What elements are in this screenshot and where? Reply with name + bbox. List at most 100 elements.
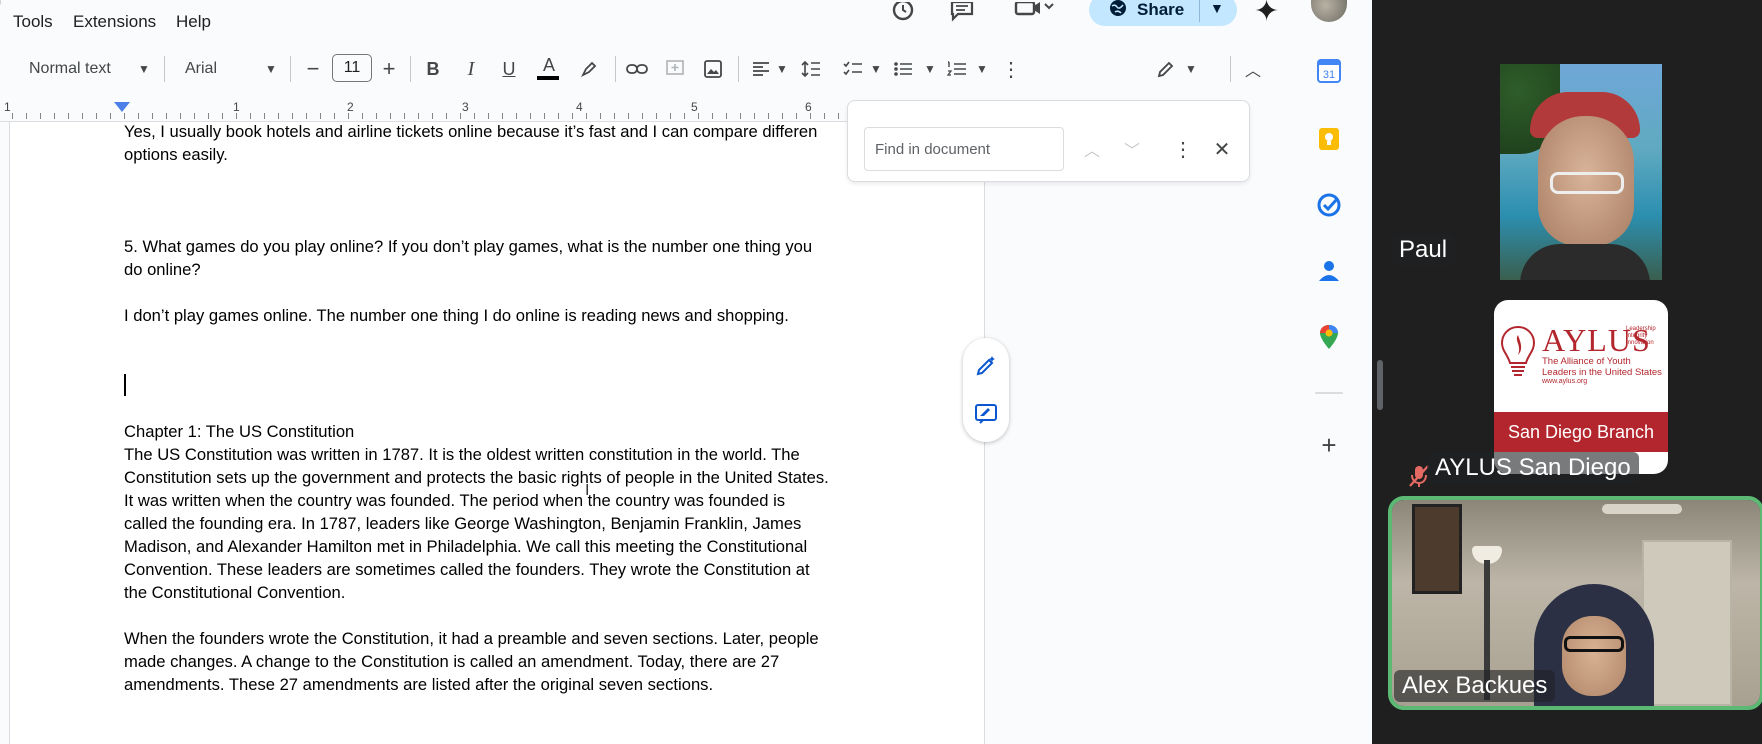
suggest-edits-icon[interactable] <box>972 400 1000 428</box>
participant-tile-paul[interactable]: Paul <box>1389 64 1762 280</box>
document-page[interactable]: Yes, I usually book hotels and airline t… <box>9 122 985 744</box>
mouse-ibeam-cursor: I <box>585 482 590 499</box>
underline-icon[interactable]: U <box>496 56 522 82</box>
ruler-number: 1 <box>233 100 240 114</box>
more-options-icon[interactable]: ⋮ <box>1171 137 1195 161</box>
align-left-icon[interactable] <box>748 56 774 82</box>
ruler-tick <box>796 113 797 119</box>
menu-help[interactable]: Help <box>176 12 211 32</box>
insert-link-icon[interactable] <box>624 56 650 82</box>
ruler-tick <box>712 113 713 119</box>
doc-paragraph-line: amendments. These 27 amendments are list… <box>124 675 714 694</box>
contacts-icon[interactable] <box>1314 256 1344 286</box>
doc-paragraph-line: Constitution sets up the government and … <box>124 468 829 487</box>
share-button[interactable]: Share ▼ <box>1089 0 1237 26</box>
doc-paragraph-line: Yes, I usually book hotels and airline t… <box>124 122 818 141</box>
ruler-tick <box>754 113 755 119</box>
ruler-tick <box>390 113 391 119</box>
chevron-down-icon[interactable]: ▼ <box>976 62 988 76</box>
ruler-tick <box>348 113 349 119</box>
participant-name: Alex Backues <box>1394 670 1556 702</box>
meet-video-icon[interactable] <box>1012 0 1058 26</box>
font-size-input[interactable]: 11 <box>332 54 372 82</box>
chevron-down-icon[interactable]: ▼ <box>1210 0 1224 16</box>
ruler-tick <box>264 113 265 119</box>
more-options-icon[interactable]: ⋮ <box>998 56 1024 82</box>
ruler-number: 6 <box>805 100 812 114</box>
highlight-pen-icon[interactable] <box>576 56 602 82</box>
menu-tools[interactable]: Tools <box>13 12 53 32</box>
ruler-tick <box>488 113 489 119</box>
insert-image-icon[interactable] <box>700 56 726 82</box>
chevron-up-icon[interactable]: ︿ <box>1080 137 1104 161</box>
increase-font-size-icon[interactable]: + <box>376 56 402 82</box>
line-spacing-icon[interactable] <box>798 56 824 82</box>
account-avatar[interactable] <box>1311 0 1347 22</box>
ruler-number: 5 <box>691 100 698 114</box>
participant-tile-alex[interactable]: Alex Backues <box>1388 496 1762 710</box>
keep-icon[interactable] <box>1314 124 1344 154</box>
text-color-icon[interactable]: A <box>536 52 562 78</box>
participant-name: Paul <box>1391 234 1456 266</box>
close-icon[interactable]: ✕ <box>1210 137 1234 161</box>
toolbar-divider <box>290 56 291 82</box>
indent-marker[interactable] <box>114 102 130 112</box>
font-family-select[interactable]: Arial <box>185 60 217 78</box>
bold-icon[interactable]: B <box>420 56 446 82</box>
bulleted-list-icon[interactable] <box>890 56 916 82</box>
ruler-tick <box>96 113 97 119</box>
doc-paragraph-line: When the founders wrote the Constitution… <box>124 629 819 648</box>
chevron-down-icon[interactable]: ▼ <box>776 62 788 76</box>
editing-mode-pencil-icon[interactable] <box>1153 56 1179 82</box>
doc-heading-line: Chapter 1: The US Constitution <box>124 422 355 441</box>
collapse-menus-icon[interactable]: ︿ <box>1240 56 1266 82</box>
side-panel-apps: 31 + <box>1290 44 1372 744</box>
chevron-down-icon[interactable]: ▼ <box>1185 62 1197 76</box>
scrollbar[interactable] <box>1377 360 1383 410</box>
ruler-tick <box>572 113 573 119</box>
numbered-list-icon[interactable] <box>944 56 970 82</box>
doc-paragraph-line: options easily. <box>124 145 228 164</box>
ruler-tick <box>376 113 377 119</box>
decrease-font-size-icon[interactable]: − <box>300 56 326 82</box>
ruler-number: 4 <box>576 100 583 114</box>
participant-tile-aylus[interactable]: AYLUS Leadership Integrity Innovation Th… <box>1389 300 1762 487</box>
tasks-icon[interactable] <box>1314 190 1344 220</box>
chevron-down-icon[interactable]: ﹀ <box>1120 137 1144 161</box>
menu-extensions[interactable]: Extensions <box>73 12 156 32</box>
ruler-tick <box>12 113 13 119</box>
ruler-tick <box>82 113 83 119</box>
ruler-tick <box>110 113 111 119</box>
add-icon[interactable]: + <box>1314 430 1344 460</box>
doc-paragraph-line: 5. What games do you play online? If you… <box>124 237 813 256</box>
aylus-tag: Integrity <box>1626 333 1648 339</box>
ruler-number: 3 <box>462 100 469 114</box>
checklist-icon[interactable] <box>840 56 866 82</box>
paragraph-style-select[interactable]: Normal text <box>29 60 111 78</box>
participant-video <box>1500 64 1662 280</box>
italic-icon[interactable]: I <box>458 56 484 82</box>
horizontal-ruler: 1 1 2 3 4 5 6 <box>0 98 990 122</box>
video-subject <box>1550 172 1624 194</box>
chevron-down-icon[interactable]: ▼ <box>870 62 882 76</box>
chevron-down-icon[interactable]: ▼ <box>265 62 277 76</box>
ruler-tick <box>306 113 307 119</box>
find-input[interactable] <box>864 127 1064 171</box>
chevron-down-icon[interactable]: ▼ <box>138 62 150 76</box>
maps-icon[interactable] <box>1314 322 1344 352</box>
ruler-tick <box>684 113 685 119</box>
gemini-star-icon[interactable]: ✦ <box>1254 0 1279 29</box>
comments-icon[interactable] <box>947 0 977 26</box>
calendar-icon[interactable]: 31 <box>1314 56 1344 86</box>
ruler-tick <box>642 113 643 119</box>
ruler-number: 1 <box>4 100 11 114</box>
version-history-icon[interactable] <box>888 0 918 26</box>
doc-paragraph-line: do online? <box>124 260 201 279</box>
add-comment-icon[interactable] <box>662 56 688 82</box>
aylus-tagline: The Alliance of Youth Leaders in the Uni… <box>1542 356 1662 378</box>
help-me-write-icon[interactable] <box>972 352 1000 380</box>
ruler-tick <box>320 113 321 119</box>
video-subject <box>1564 636 1624 652</box>
chevron-down-icon[interactable]: ▼ <box>924 62 936 76</box>
ruler-tick <box>362 113 363 119</box>
